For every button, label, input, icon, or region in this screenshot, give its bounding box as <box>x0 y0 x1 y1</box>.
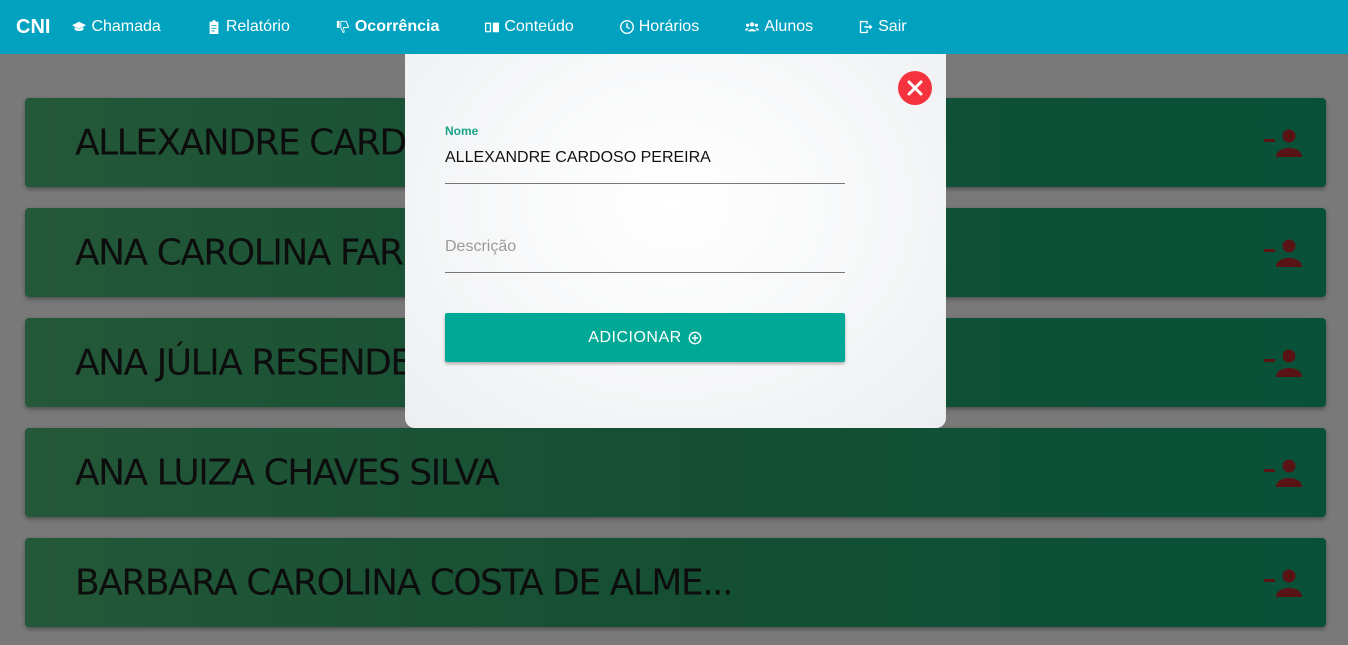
name-field-label: Nome <box>445 124 479 138</box>
nav-item-alunos[interactable]: Alunos <box>745 18 813 36</box>
nav-item-ocorrencia[interactable]: Ocorrência <box>336 18 439 36</box>
nav-item-label: Ocorrência <box>354 18 440 35</box>
occurrence-modal: Nome ALLEXANDRE CARDOSO PEREIRA Descriçã… <box>405 54 946 428</box>
nav-item-label: Sair <box>878 18 907 35</box>
book-open-icon <box>485 22 500 33</box>
top-navbar: CNI Chamada Relatório Ocorrência Conteúd… <box>0 0 1348 54</box>
sign-out-icon <box>860 20 873 34</box>
add-button-label: ADICIONAR <box>588 328 682 346</box>
nav-item-label: Horários <box>638 18 700 35</box>
nav-item-label: Chamada <box>91 18 161 35</box>
close-icon <box>907 80 923 96</box>
close-button[interactable] <box>898 71 932 105</box>
clipboard-icon <box>209 20 219 34</box>
description-placeholder[interactable]: Descrição <box>445 238 516 256</box>
nav-item-sair[interactable]: Sair <box>859 18 907 36</box>
nav-item-label: Alunos <box>764 18 814 35</box>
thumbs-down-icon <box>336 20 349 34</box>
nav-item-conteudo[interactable]: Conteúdo <box>485 18 574 36</box>
users-icon <box>745 22 760 32</box>
add-button[interactable]: ADICIONAR <box>445 313 845 362</box>
name-field[interactable]: Nome ALLEXANDRE CARDOSO PEREIRA <box>445 124 845 184</box>
nav-item-horarios[interactable]: Horários <box>619 18 700 36</box>
nav-item-label: Relatório <box>225 18 290 35</box>
graduation-cap-icon <box>72 21 87 31</box>
name-field-value[interactable]: ALLEXANDRE CARDOSO PEREIRA <box>445 149 711 167</box>
clock-icon <box>619 20 634 34</box>
description-field[interactable]: Descrição <box>445 224 845 273</box>
brand-logo[interactable]: CNI <box>16 16 50 39</box>
nav-item-chamada[interactable]: Chamada <box>72 18 161 36</box>
nav-item-relatorio[interactable]: Relatório <box>207 18 290 36</box>
plus-circle-icon <box>688 331 702 344</box>
nav-item-label: Conteúdo <box>504 18 574 35</box>
